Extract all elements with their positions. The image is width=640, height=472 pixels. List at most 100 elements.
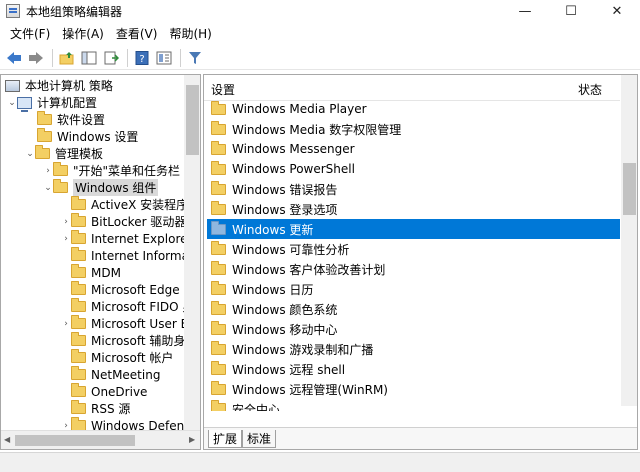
menu-action[interactable]: 操作(A) [56,24,110,44]
list-item[interactable]: Windows Messenger [207,139,620,159]
folder-icon [211,120,226,135]
up-level-button[interactable] [57,48,77,68]
expand-toggle[interactable]: › [43,166,53,176]
folder-icon [53,179,68,193]
tree-item-microsoft-account[interactable]: Microsoft 帐户 [61,349,173,366]
filter-button[interactable] [185,48,205,68]
folder-icon [211,400,226,411]
properties-button[interactable] [154,48,174,68]
folder-icon [35,145,50,159]
list-item[interactable]: Windows Media 数字权限管理 [207,119,620,139]
back-button[interactable] [4,48,24,68]
svg-text:?: ? [139,54,144,65]
list-item[interactable]: Windows PowerShell [207,159,620,179]
expand-toggle[interactable]: › [61,217,71,227]
list-item[interactable]: Windows 客户体验改善计划 [207,259,620,279]
tree-item-local-policy[interactable]: 本地计算机 策略 [5,77,113,94]
list-item[interactable]: Windows Media Player [207,99,620,119]
maximize-button[interactable]: ☐ [548,0,594,22]
folder-icon [211,180,226,195]
status-bar [0,452,640,472]
tree-item-label: Windows 组件 [73,179,159,196]
tree-item-software-settings[interactable]: 软件设置 [37,111,105,128]
expand-toggle[interactable]: › [61,319,71,329]
menu-view[interactable]: 查看(V) [110,24,164,44]
expand-toggle[interactable]: › [61,421,71,431]
expand-toggle[interactable]: ⌄ [7,98,17,108]
close-button[interactable]: ✕ [594,0,640,22]
list-vertical-scrollbar[interactable] [621,75,637,406]
show-hide-tree-icon [81,51,97,64]
export-list-button[interactable] [101,48,121,68]
list-item[interactable]: Windows 错误报告 [207,179,620,199]
tree-item-microsoft-fido[interactable]: Microsoft FIDO 身 [61,298,194,315]
menu-help[interactable]: 帮助(H) [163,24,217,44]
scroll-left-icon[interactable]: ◀ [4,435,10,444]
scroll-right-icon[interactable]: ▶ [189,435,195,444]
list-item-label: Windows 错误报告 [232,182,338,197]
column-header-setting[interactable]: 设置 [211,81,235,98]
expand-toggle[interactable]: › [61,234,71,244]
column-header-state[interactable]: 状态 [578,81,602,98]
list-item[interactable]: Windows 颜色系统 [207,299,620,319]
scrollbar-thumb[interactable] [186,85,199,155]
tab-standard[interactable]: 标准 [242,430,277,448]
help-icon: ? [135,50,149,65]
help-button[interactable]: ? [132,48,152,68]
scrollbar-thumb[interactable] [15,435,135,446]
tree-item-label: Microsoft Edge [91,282,180,297]
tree-horizontal-scrollbar[interactable]: ◀ ▶ [1,430,200,449]
list-item[interactable]: Windows 远程管理(WinRM) [207,379,620,399]
list-item[interactable]: Windows 远程 shell [207,359,620,379]
expand-toggle[interactable]: ⌄ [43,183,53,193]
tree-item-activex[interactable]: ActiveX 安装程序 [61,196,188,213]
tree-item-start-menu-taskbar[interactable]: › "开始"菜单和任务栏 [43,162,180,179]
tree-item-label: "开始"菜单和任务栏 [73,164,181,178]
folder-icon [211,260,226,275]
tree-item-internet-explorer[interactable]: › Internet Explorer [61,230,192,247]
tree-item-windows-settings[interactable]: Windows 设置 [37,128,138,145]
tree-item-computer-config[interactable]: ⌄ 计算机配置 [7,94,97,112]
tree-item-microsoft-user-experience[interactable]: › Microsoft User E [61,315,188,332]
title-bar: 本地组策略编辑器 — ☐ ✕ [0,0,640,22]
computer-icon [17,96,32,112]
back-arrow-icon [7,51,21,64]
folder-icon [71,349,86,363]
minimize-button[interactable]: — [502,0,548,22]
folder-icon [211,340,226,355]
tree-item-label: OneDrive [91,384,148,399]
menu-file[interactable]: 文件(F) [4,24,56,44]
scrollbar-thumb[interactable] [623,163,636,215]
tree-item-mdm[interactable]: MDM [61,264,121,281]
tree-item-onedrive[interactable]: OneDrive [61,383,147,400]
tree-item-rss-feeds[interactable]: RSS 源 [61,400,130,417]
list-item[interactable]: Windows 日历 [207,279,620,299]
tree-pane: 本地计算机 策略 ⌄ 计算机配置 软件设置 Windows 设置 ⌄ 管理模板 … [0,74,201,450]
filter-icon [189,51,201,64]
tree-item-microsoft-secondary-auth[interactable]: Microsoft 辅助身 [61,332,185,349]
tree-item-iis[interactable]: Internet Informa [61,247,189,264]
toolbar-separator [52,48,53,67]
list-item-windows-update[interactable]: Windows 更新 [207,219,620,239]
list-item[interactable]: Windows 游戏录制和广播 [207,339,620,359]
tree-item-label: Microsoft 帐户 [91,351,174,365]
tree-item-admin-templates[interactable]: ⌄ 管理模板 [25,145,103,162]
folder-icon [37,111,52,125]
list-item[interactable]: Windows 可靠性分析 [207,239,620,259]
tree-item-microsoft-edge[interactable]: Microsoft Edge [61,281,180,298]
forward-button[interactable] [26,48,46,68]
tree-vertical-scrollbar[interactable] [184,75,200,430]
show-hide-tree-button[interactable] [79,48,99,68]
toolbar: ? [0,46,640,70]
tab-extended[interactable]: 扩展 [208,430,243,448]
tree-item-netmeeting[interactable]: NetMeeting [61,366,160,383]
list-item[interactable]: Windows 登录选项 [207,199,620,219]
expand-toggle[interactable]: ⌄ [25,149,35,159]
tree-item-bitlocker[interactable]: › BitLocker 驱动器 [61,213,186,230]
folder-icon [211,220,226,235]
tree-item-label: Microsoft FIDO 身 [91,300,195,314]
tree-item-windows-components[interactable]: ⌄ Windows 组件 [43,179,159,196]
folder-icon [211,100,226,115]
list-item[interactable]: 安全中心 [207,399,620,411]
list-item[interactable]: Windows 移动中心 [207,319,620,339]
